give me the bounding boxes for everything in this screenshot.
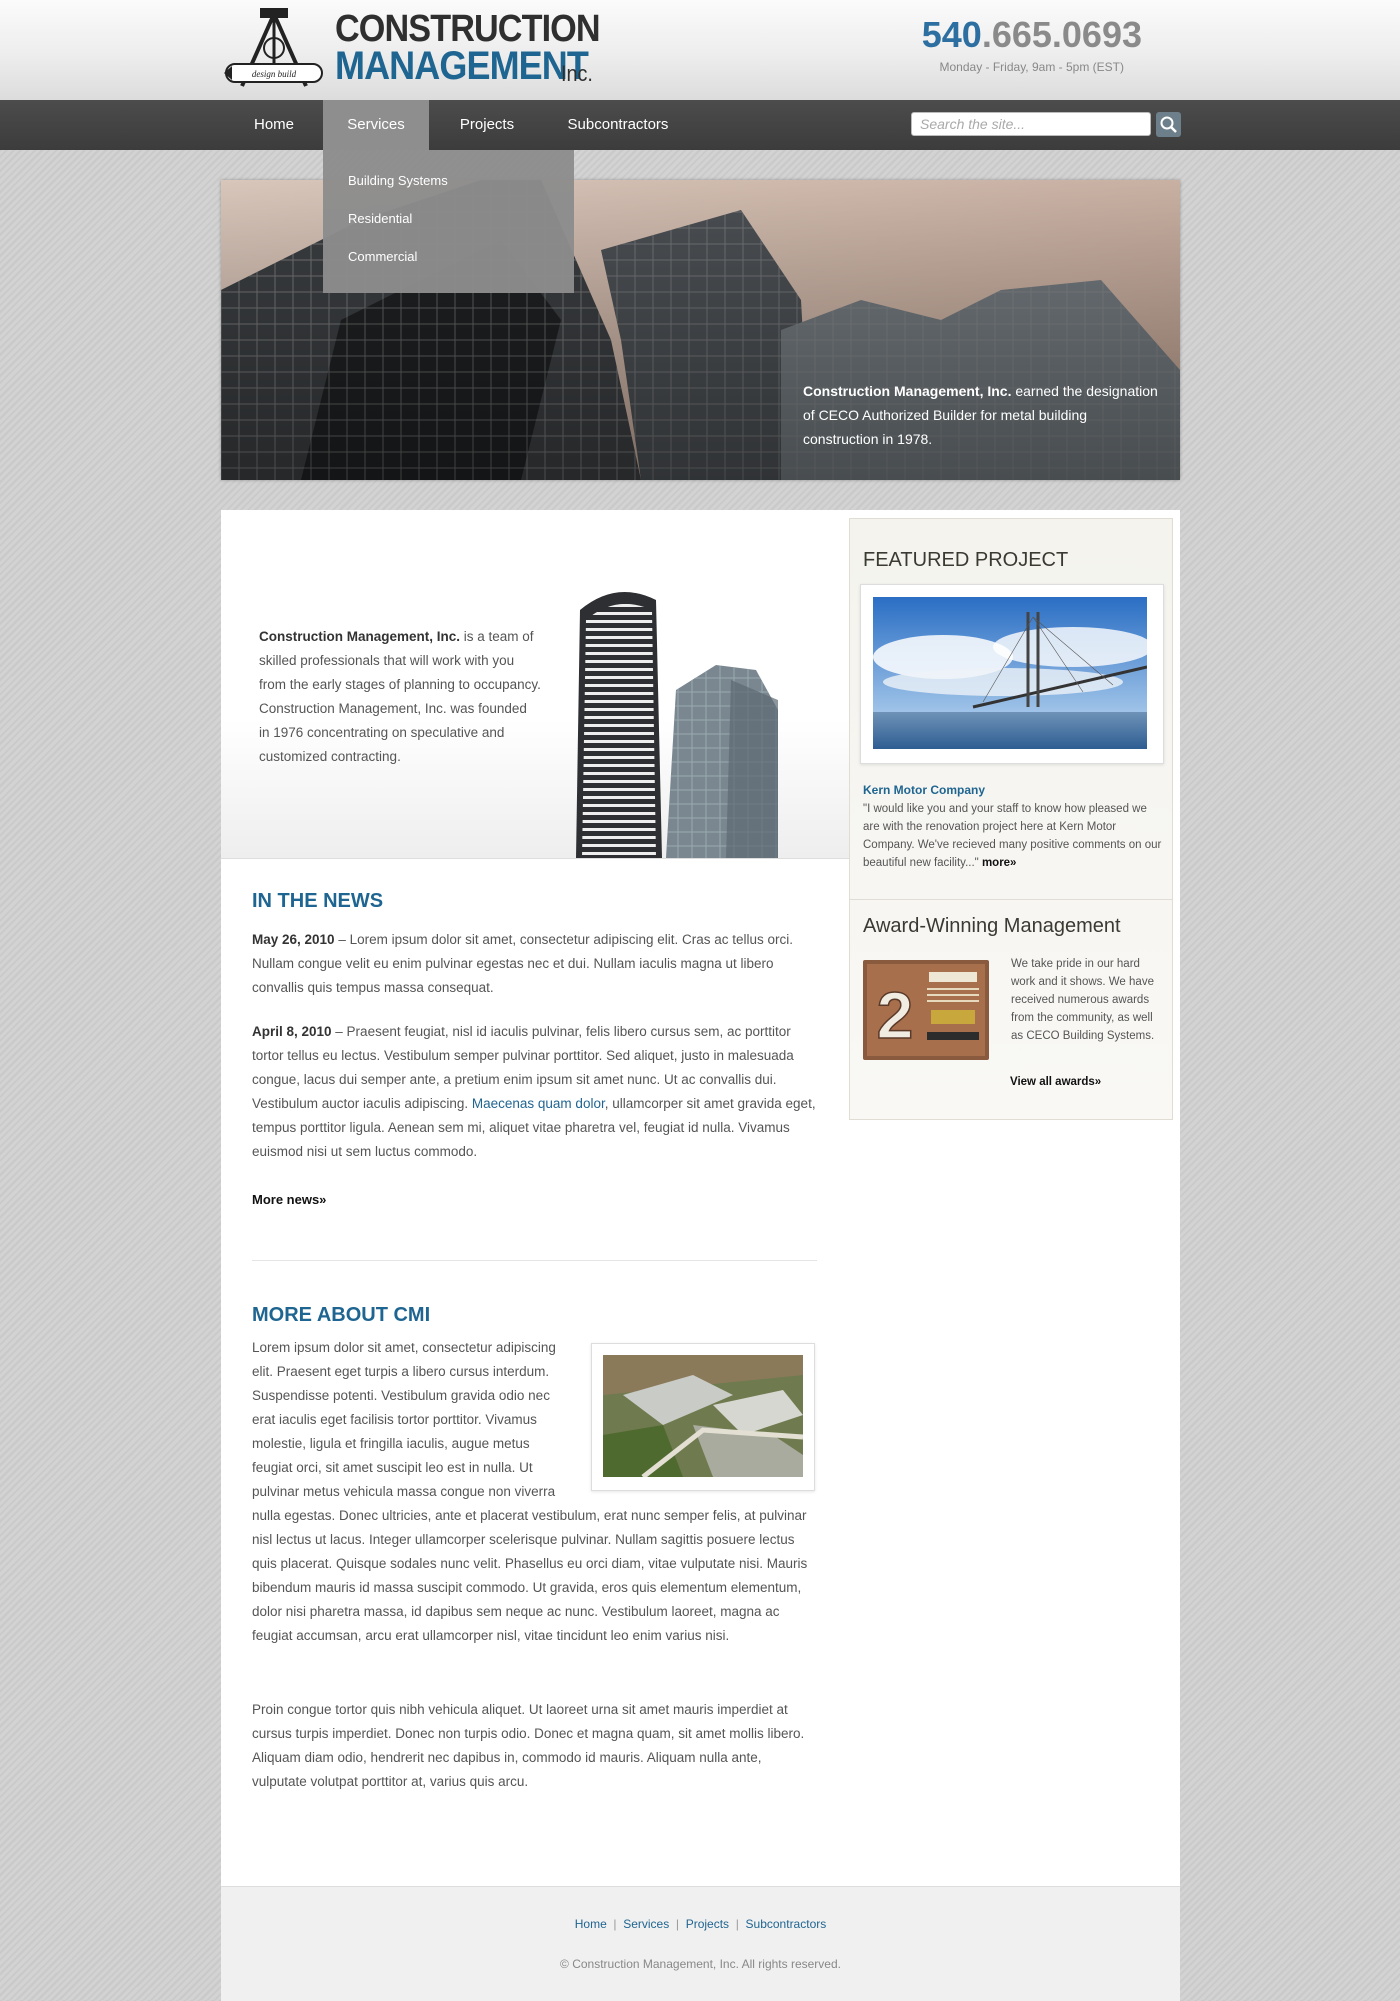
- about-heading: MORE ABOUT CMI: [252, 1304, 431, 1326]
- news-date-2: April 8, 2010: [252, 1024, 332, 1039]
- phone-number[interactable]: 540.665.0693: [880, 14, 1142, 56]
- featured-project-quote: "I would like you and your staff to know…: [863, 800, 1163, 872]
- footer-link-projects[interactable]: Projects: [686, 1917, 729, 1931]
- view-all-awards-link[interactable]: View all awards»: [1010, 1073, 1101, 1091]
- footer-nav: Home | Services | Projects | Subcontract…: [221, 1917, 1180, 1931]
- dropdown-item-residential[interactable]: Residential: [348, 211, 412, 226]
- search-input[interactable]: [911, 112, 1151, 136]
- award-plaque-number: 2: [877, 978, 914, 1052]
- featured-quote-more-link[interactable]: more»: [982, 857, 1017, 869]
- featured-project-heading: FEATURED PROJECT: [863, 549, 1069, 571]
- services-dropdown-menu: Building Systems Residential Commercial: [323, 150, 574, 293]
- business-hours: Monday - Friday, 9am - 5pm (EST): [939, 60, 1125, 74]
- sidebar-separator: [850, 899, 1172, 900]
- main-navbar: Home Services Projects Subcontractors: [0, 100, 1400, 150]
- footer-separator: |: [735, 1917, 739, 1931]
- footer-link-services[interactable]: Services: [623, 1917, 669, 1931]
- news-date-1: May 26, 2010: [252, 932, 335, 947]
- intro-panel: Construction Management, Inc. is a team …: [221, 510, 850, 859]
- intro-company: Construction Management, Inc.: [259, 629, 461, 644]
- footer-link-home[interactable]: Home: [575, 1917, 607, 1931]
- footer-separator: |: [675, 1917, 680, 1931]
- logo-text-management: MANAGEMENT: [335, 44, 589, 88]
- buildings-image: [576, 592, 778, 858]
- company-logo[interactable]: design build CONSTRUCTION MANAGEMENT Inc…: [222, 6, 602, 94]
- news-item-1: May 26, 2010 – Lorem ipsum dolor sit ame…: [252, 928, 817, 1000]
- award-description: We take pride in our hard work and it sh…: [1011, 958, 1155, 1042]
- dropdown-item-commercial[interactable]: Commercial: [348, 249, 417, 264]
- nav-subcontractors[interactable]: Subcontractors: [553, 100, 683, 150]
- phone-area-code: 540: [921, 14, 982, 55]
- footer-link-subcontractors[interactable]: Subcontractors: [746, 1917, 827, 1931]
- award-heading: Award-Winning Management: [863, 915, 1121, 937]
- nav-projects[interactable]: Projects: [441, 100, 533, 150]
- dropdown-item-building-systems[interactable]: Building Systems: [348, 173, 448, 188]
- award-plaque-image[interactable]: 2: [861, 958, 993, 1064]
- magnifier-icon: [1160, 116, 1177, 133]
- nav-services[interactable]: Services: [323, 100, 429, 150]
- intro-text: Construction Management, Inc. is a team …: [259, 625, 541, 769]
- footer-separator: |: [613, 1917, 617, 1931]
- sidebar: FEATURED PROJECT Kern Motor Company "I w…: [849, 518, 1173, 1120]
- phone-rest: .665.0693: [981, 14, 1142, 55]
- about-photo-spacer: [572, 1336, 817, 1496]
- logo-tagline: design build: [252, 69, 297, 79]
- logo-text-inc: Inc.: [561, 61, 593, 86]
- more-news-link[interactable]: More news»: [252, 1192, 326, 1207]
- footer-copyright: © Construction Management, Inc. All righ…: [560, 1957, 841, 1971]
- section-divider: [252, 1260, 817, 1261]
- featured-project-name-link[interactable]: Kern Motor Company: [863, 783, 985, 797]
- news-heading: IN THE NEWS: [252, 890, 384, 912]
- hero-caption: Construction Management, Inc. earned the…: [803, 379, 1163, 451]
- hero-caption-company: Construction Management, Inc.: [803, 383, 1012, 399]
- search-button[interactable]: [1156, 112, 1181, 137]
- surveyor-tripod-logo-icon: design build: [224, 8, 323, 87]
- header-band: [0, 0, 1400, 100]
- cable-bridge-image: [873, 597, 1147, 749]
- about-paragraph-2: Proin congue tortor quis nibh vehicula a…: [252, 1702, 805, 1789]
- nav-home[interactable]: Home: [230, 100, 318, 150]
- footer: Home | Services | Projects | Subcontract…: [221, 1886, 1180, 2001]
- featured-project-image-frame[interactable]: [860, 584, 1164, 764]
- news-inline-link[interactable]: Maecenas quam dolor: [472, 1096, 605, 1111]
- main-content: Construction Management, Inc. is a team …: [221, 510, 1180, 2000]
- intro-body: is a team of skilled professionals that …: [259, 629, 541, 764]
- about-paragraph-1: Lorem ipsum dolor sit amet, consectetur …: [252, 1336, 817, 1648]
- news-item-2: April 8, 2010 – Praesent feugiat, nisl i…: [252, 1020, 817, 1164]
